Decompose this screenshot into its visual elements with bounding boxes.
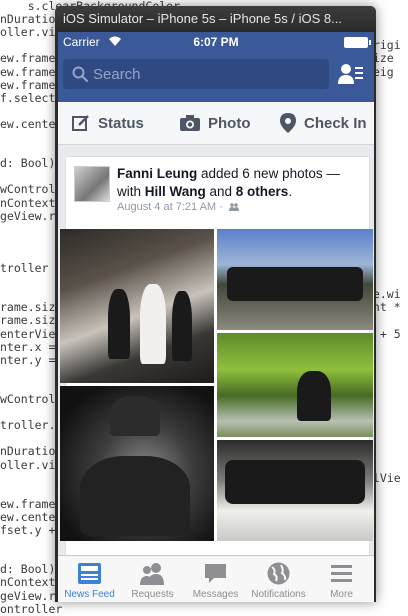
photo-wedding-party[interactable]: [60, 229, 214, 383]
story-end: .: [288, 184, 293, 199]
tab-label: More: [330, 589, 353, 600]
photo-figure: [140, 284, 166, 364]
camera-icon: [180, 115, 200, 131]
photo-figure: [80, 456, 190, 536]
code-line: ontroller: [0, 601, 63, 616]
tab-label: Requests: [131, 589, 174, 600]
menu-icon: [331, 565, 352, 582]
code-line: ew.frame: [0, 77, 56, 92]
code-line: rame.size: [0, 300, 63, 315]
photo-label: Photo: [208, 114, 251, 132]
composer-action-bar: Status Photo Check In: [58, 102, 374, 145]
tab-news-feed[interactable]: News Feed: [58, 556, 121, 602]
search-icon: [72, 66, 89, 83]
globe-icon: [267, 562, 290, 585]
code-line: geView.re: [0, 208, 63, 223]
tab-label: News Feed: [64, 589, 115, 600]
photo-toss-groom[interactable]: [60, 386, 214, 541]
code-line: d: Bool): [0, 562, 56, 577]
code-line: geView.re: [0, 588, 63, 603]
tagged-friend[interactable]: Hill Wang: [145, 184, 206, 199]
code-line: rame.size: [0, 313, 63, 328]
code-line: troller =: [0, 261, 63, 275]
status-button[interactable]: Status: [72, 102, 144, 144]
code-line: ew.cente: [0, 509, 56, 524]
code-line: wControll: [0, 392, 63, 406]
code-line: nContext.: [0, 195, 63, 210]
location-pin-icon: [280, 113, 296, 133]
search-bar[interactable]: Search: [63, 59, 329, 89]
tab-messages[interactable]: Messages: [184, 556, 247, 602]
code-line: fset.y +: [0, 523, 56, 537]
code-line: f.selecte: [0, 90, 63, 105]
story-and: and: [205, 184, 236, 199]
ios-simulator-window: iOS Simulator – iPhone 5s – iPhone 5s / …: [55, 6, 376, 602]
meta-separator: ·: [219, 201, 223, 213]
edit-icon: [72, 115, 89, 131]
news-feed-icon: [78, 563, 101, 584]
window-title[interactable]: iOS Simulator – iPhone 5s – iPhone 5s / …: [55, 6, 376, 32]
tab-bar: News Feed Requests Messages Notification…: [58, 555, 374, 602]
messages-icon: [205, 564, 226, 583]
photo-figure: [172, 291, 192, 361]
photo-figure: [225, 460, 365, 504]
tab-label: Notifications: [251, 589, 306, 600]
checkin-button[interactable]: Check In: [280, 102, 367, 144]
friends-audience-icon: [228, 203, 239, 212]
story-timestamp[interactable]: August 4 at 7:21 AM: [117, 201, 216, 213]
checkin-label: Check In: [304, 114, 367, 132]
tab-label: Messages: [192, 589, 239, 600]
photo-button[interactable]: Photo: [180, 102, 251, 144]
code-line: ew.frame: [0, 496, 56, 511]
photo-figure: [297, 371, 331, 421]
code-line: wControll: [0, 182, 63, 197]
code-line: ew.frame: [0, 51, 56, 66]
navigation-bar: Carrier 6:07 PM Search: [58, 32, 374, 102]
code-line: ew.center: [0, 116, 63, 131]
author-avatar[interactable]: [74, 166, 110, 202]
author-name[interactable]: Fanni Leung: [117, 166, 197, 181]
iphone-screen: Carrier 6:07 PM Search Status Photo Chec…: [58, 32, 374, 602]
tab-more[interactable]: More: [310, 556, 373, 602]
tab-notifications[interactable]: Notifications: [247, 556, 310, 602]
code-line: enterView: [0, 326, 63, 341]
code-line: nDuration: [0, 12, 63, 27]
feed-story-card: Fanni Leung added 6 new photos — with Hi…: [60, 156, 373, 558]
photo-group-wall[interactable]: [217, 229, 373, 330]
photo-table-group[interactable]: [217, 440, 373, 541]
code-line: d: Bool): [0, 156, 56, 171]
code-line: ew.frame: [0, 64, 56, 79]
photo-grid: [60, 229, 374, 541]
tab-requests[interactable]: Requests: [121, 556, 184, 602]
photo-figure: [110, 396, 160, 436]
photo-figure: [108, 289, 130, 359]
code-line: nter.y =: [0, 352, 56, 367]
friend-requests-icon: [140, 563, 164, 585]
status-bar: Carrier 6:07 PM: [58, 32, 374, 52]
code-line: nContext.: [0, 575, 63, 590]
story-meta: August 4 at 7:21 AM ·: [117, 201, 239, 213]
code-line: nDuration: [0, 444, 63, 459]
photo-garden-walk[interactable]: [217, 333, 373, 437]
photo-figure: [227, 267, 363, 301]
code-line: nter.x =: [0, 339, 56, 354]
friends-list-icon[interactable]: [338, 62, 364, 86]
search-placeholder: Search: [93, 66, 141, 83]
status-label: Status: [98, 114, 144, 132]
battery-icon: [344, 37, 371, 48]
status-time: 6:07 PM: [193, 35, 239, 49]
story-text: Fanni Leung added 6 new photos — with Hi…: [117, 165, 362, 201]
tagged-others[interactable]: 8 others: [236, 184, 289, 199]
